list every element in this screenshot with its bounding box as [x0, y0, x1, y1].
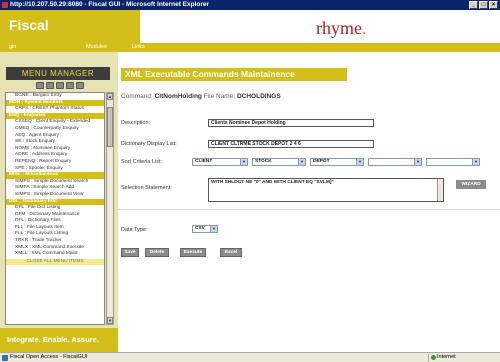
- command-label: Command:: [121, 93, 153, 100]
- selection-statement-field[interactable]: WITH SHLDGT NE "0" AND WITH CLIENT EQ "S…: [208, 178, 444, 202]
- sort-select-1[interactable]: CLIENT ▼: [192, 158, 248, 166]
- status-text: Fiscal Open Access - FiscalGUI: [10, 354, 88, 360]
- menu-item[interactable]: BGNE : Bargain Entry: [6, 93, 104, 100]
- window-title: http://10.207.50.29:8080 - Fiscal GUI - …: [10, 1, 210, 8]
- menu-item[interactable]: CMEQ : Counterparty Enquiry: [6, 126, 104, 133]
- selection-label: Selection Statement:: [121, 185, 172, 191]
- chevron-down-icon: ▼: [356, 159, 363, 165]
- close-all-menu-items-button[interactable]: CLOSE ALL MENU ITEMS: [6, 258, 104, 266]
- scroll-up-icon[interactable]: ▲: [107, 93, 113, 100]
- sort-select-4[interactable]: ▼: [368, 158, 422, 166]
- menu-item[interactable]: CRPS : CREST Phantom Status: [6, 106, 104, 113]
- menu-item[interactable]: TRKR : Trade Tracker: [6, 238, 104, 245]
- sort-value-2: STOCK: [255, 159, 272, 164]
- menu-toolbar: [36, 82, 84, 89]
- rhyme-logo: rhyme.: [316, 18, 367, 38]
- menu-scrollbar[interactable]: ▲ ▼: [106, 92, 114, 325]
- chevron-down-icon: ▼: [240, 159, 247, 165]
- nav-item-modules[interactable]: Modules: [86, 43, 107, 52]
- delete-button[interactable]: Delete: [145, 248, 169, 257]
- selection-scrollbar[interactable]: [437, 179, 443, 201]
- sort-value-3: DEPOT: [313, 159, 330, 164]
- logo-text: rhyme: [316, 18, 362, 38]
- datatype-label: Data Type:: [121, 227, 148, 233]
- main-content: XML Executable Commands Maintainence Com…: [118, 52, 500, 352]
- chevron-down-icon: ▼: [298, 159, 305, 165]
- menu-item[interactable]: ADRE : Address Enquiry: [6, 152, 104, 159]
- sidebar: MENU MANAGER BGNE : Bargain Entry MON : S…: [0, 52, 118, 352]
- dictionary-label: Dictionary Display List:: [121, 141, 177, 147]
- page-title: XML Executable Commands Maintainence: [121, 68, 347, 81]
- tool-help-icon[interactable]: [76, 82, 84, 89]
- datatype-select[interactable]: CSV ▼: [192, 225, 218, 233]
- menu-item[interactable]: DFL : Dictionary Files: [6, 218, 104, 225]
- execute-button[interactable]: Execute: [180, 248, 206, 257]
- divider: [118, 209, 500, 210]
- sort-select-3[interactable]: DEPOT ▼: [310, 158, 364, 166]
- sort-select-2[interactable]: STOCK ▼: [252, 158, 306, 166]
- menu-manager-title: MENU MANAGER: [6, 67, 110, 80]
- chevron-down-icon: ▼: [210, 226, 217, 232]
- top-nav: gin Modules Links: [0, 43, 500, 52]
- description-label: Description:: [121, 120, 151, 126]
- selection-value: WITH SHLDGT NE "0" AND WITH CLIENT EQ "S…: [211, 180, 334, 185]
- brand-title: Fiscal: [0, 10, 140, 43]
- tool-home-icon[interactable]: [36, 82, 44, 89]
- description-field[interactable]: Clients Nominee Depot Holding: [208, 119, 374, 127]
- command-line: Command: CltNomHolding File Name: DCHOLD…: [121, 93, 281, 100]
- window-titlebar: http://10.207.50.29:8080 - Fiscal GUI - …: [0, 0, 500, 10]
- tool-print-icon[interactable]: [66, 82, 74, 89]
- menu-item[interactable]: XMLL : XML Command Maint: [6, 251, 104, 258]
- tool-folder-icon[interactable]: [46, 82, 54, 89]
- file-label: File Name:: [203, 93, 236, 100]
- menu-item[interactable]: DFL : File Dict Listing: [6, 205, 104, 212]
- ie-icon: [2, 2, 8, 8]
- sort-label: Sort Criteria List:: [121, 159, 162, 165]
- security-zone: Internet: [428, 354, 456, 362]
- excel-button[interactable]: Excel: [220, 248, 242, 257]
- dictionary-field[interactable]: CLIENT CLTRME STOCK DEPOT 2 4 6: [208, 140, 374, 148]
- save-button[interactable]: Save: [121, 248, 139, 257]
- zone-text: Internet: [437, 354, 456, 360]
- sort-select-5[interactable]: ▼: [426, 158, 480, 166]
- nav-item-links[interactable]: Links: [132, 43, 145, 52]
- file-value: DCHOLDINGS: [236, 93, 281, 100]
- nav-item-login[interactable]: gin: [9, 43, 16, 52]
- wizard-button[interactable]: WIZARD: [456, 180, 486, 189]
- menu-item[interactable]: SE : Stock Enquiry: [6, 139, 104, 146]
- menu-section[interactable]: MISC : Miscellaneous: [6, 172, 104, 179]
- scroll-thumb[interactable]: [107, 107, 113, 147]
- command-value: CltNomHolding: [154, 93, 202, 100]
- minimize-button[interactable]: _: [469, 1, 478, 9]
- datatype-value: CSV: [195, 226, 205, 231]
- sort-value-1: CLIENT: [195, 159, 213, 164]
- menu-list: BGNE : Bargain Entry MON : System Monitor…: [5, 92, 105, 325]
- page-icon: [2, 355, 8, 361]
- menu-item[interactable]: SIMPA : Simple Search Add: [6, 185, 104, 192]
- chevron-down-icon: ▼: [414, 159, 421, 165]
- maximize-button[interactable]: □: [479, 1, 488, 9]
- menu-item[interactable]: REPENQ : Report Enquiry: [6, 159, 104, 166]
- tool-refresh-icon[interactable]: [56, 82, 64, 89]
- globe-icon: [431, 355, 436, 360]
- status-bar: Fiscal Open Access - FiscalGUI Internet: [0, 352, 500, 362]
- tagline: Integrate. Enable. Assure.: [0, 328, 118, 352]
- menu-item[interactable]: CSSEQ : Client Enquiry - Extended: [6, 119, 104, 126]
- chevron-down-icon: ▼: [472, 159, 479, 165]
- app-header: Fiscal rhyme.: [0, 10, 500, 43]
- scroll-down-icon[interactable]: ▼: [107, 317, 113, 324]
- close-button[interactable]: ×: [489, 1, 498, 9]
- menu-item[interactable]: SIMPS : Simple Document View: [6, 192, 104, 199]
